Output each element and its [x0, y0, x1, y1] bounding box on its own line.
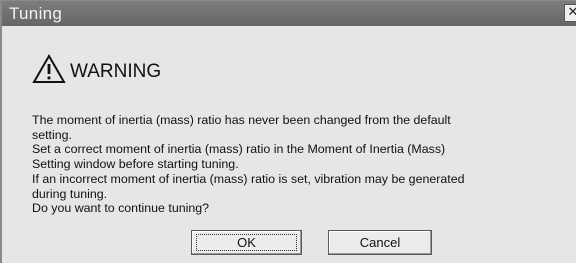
- message-line: setting.: [32, 127, 72, 142]
- ok-button[interactable]: OK: [191, 230, 302, 255]
- cancel-button-label: Cancel: [359, 235, 401, 250]
- message-line: during tuning.: [32, 186, 108, 201]
- title-bar[interactable]: Tuning ✕: [2, 1, 576, 26]
- warning-message: The moment of inertia (mass) ratio has n…: [32, 113, 552, 216]
- message-line: Set a correct moment of inertia (mass) r…: [32, 142, 446, 157]
- cancel-button[interactable]: Cancel: [328, 230, 432, 255]
- focus-rectangle: [196, 234, 297, 251]
- message-line: Setting window before starting tuning.: [32, 157, 239, 172]
- message-line: If an incorrect moment of inertia (mass)…: [32, 171, 465, 186]
- warning-header: WARNING: [32, 53, 161, 85]
- close-icon[interactable]: ✕: [564, 4, 576, 22]
- message-line: The moment of inertia (mass) ratio has n…: [32, 113, 451, 127]
- dialog-title: Tuning: [9, 4, 63, 23]
- warning-title: WARNING: [70, 61, 162, 82]
- tuning-dialog: Tuning ✕ WARNING The moment of inertia (…: [0, 0, 576, 263]
- warning-triangle-icon: [32, 54, 66, 83]
- message-line: Do you want to continue tuning?: [32, 201, 210, 216]
